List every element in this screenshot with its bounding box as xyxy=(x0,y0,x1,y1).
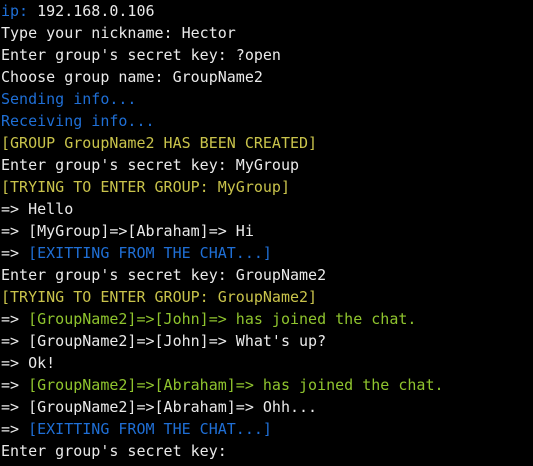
terminal-text-segment: => xyxy=(1,244,29,262)
terminal-output[interactable]: ip: 192.168.0.106 Type your nickname: Hec… xyxy=(0,0,533,466)
terminal-text-segment: [TRYING TO ENTER GROUP: GroupName2] xyxy=(1,288,318,306)
terminal-text-segment: Enter group's secret key: xyxy=(1,442,227,460)
terminal-line: => [EXITTING FROM THE CHAT...] xyxy=(1,418,272,440)
terminal-text-segment: => xyxy=(1,420,29,438)
terminal-text-segment: 192.168.0.106 xyxy=(37,2,155,20)
terminal-text-segment: [EXITTING FROM THE CHAT...] xyxy=(28,244,272,262)
terminal-line: => [GroupName2]=>[John]=> has joined the… xyxy=(1,308,416,330)
terminal-line: => Ok! xyxy=(1,352,55,374)
terminal-line: => [GroupName2]=>[Abraham]=> has joined … xyxy=(1,374,444,396)
terminal-text-segment: => [GroupName2]=>[Abraham]=> Ohh... xyxy=(1,398,318,416)
terminal-text-segment: [TRYING TO ENTER GROUP: MyGroup] xyxy=(1,178,290,196)
terminal-line: Receiving info... xyxy=(1,110,155,132)
terminal-text-segment: Receiving info... xyxy=(1,112,155,130)
terminal-text-segment: Enter group's secret key: ?open xyxy=(1,46,281,64)
terminal-text-segment: => [GroupName2]=>[John]=> What's up? xyxy=(1,332,327,350)
terminal-line: Choose group name: GroupName2 xyxy=(1,66,263,88)
terminal-line: Sending info... xyxy=(1,88,136,110)
terminal-text-segment: [GROUP GroupName2 HAS BEEN CREATED] xyxy=(1,134,318,152)
terminal-text-segment: [GroupName2]=>[John]=> has joined the ch… xyxy=(28,310,417,328)
terminal-line: Type your nickname: Hector xyxy=(1,22,236,44)
terminal-line: Enter group's secret key: GroupName2 xyxy=(1,264,326,286)
terminal-text-segment: => xyxy=(1,376,29,394)
terminal-line: => [EXITTING FROM THE CHAT...] xyxy=(1,242,272,264)
terminal-line: => [GroupName2]=>[Abraham]=> Ohh... xyxy=(1,396,317,418)
terminal-line: Enter group's secret key: ?open xyxy=(1,44,281,66)
terminal-text-segment: Choose group name: GroupName2 xyxy=(1,68,263,86)
terminal-text-segment: => Ok! xyxy=(1,354,56,372)
terminal-line: ip: 192.168.0.106 xyxy=(1,0,155,22)
terminal-line: [TRYING TO ENTER GROUP: GroupName2] xyxy=(1,286,317,308)
terminal-line: => [GroupName2]=>[John]=> What's up? xyxy=(1,330,326,352)
terminal-text-segment: [GroupName2]=>[Abraham]=> has joined the… xyxy=(28,376,444,394)
terminal-text-segment: Enter group's secret key: MyGroup xyxy=(1,156,300,174)
terminal-text-segment: Sending info... xyxy=(1,90,137,108)
terminal-line: => [MyGroup]=>[Abraham]=> Hi xyxy=(1,220,254,242)
terminal-text-segment: [EXITTING FROM THE CHAT...] xyxy=(28,420,272,438)
terminal-line: [TRYING TO ENTER GROUP: MyGroup] xyxy=(1,176,290,198)
terminal-text-segment: Type your nickname: Hector xyxy=(1,24,236,42)
terminal-text-segment: => [MyGroup]=>[Abraham]=> Hi xyxy=(1,222,254,240)
terminal-text-segment: => xyxy=(1,310,29,328)
terminal-line: [GROUP GroupName2 HAS BEEN CREATED] xyxy=(1,132,317,154)
terminal-line: Enter group's secret key: xyxy=(1,440,227,462)
terminal-text-segment: => Hello xyxy=(1,200,74,218)
terminal-text-segment: Enter group's secret key: GroupName2 xyxy=(1,266,327,284)
terminal-line: Enter group's secret key: MyGroup xyxy=(1,154,299,176)
terminal-text-segment: ip: xyxy=(1,2,38,20)
terminal-line: => Hello xyxy=(1,198,73,220)
